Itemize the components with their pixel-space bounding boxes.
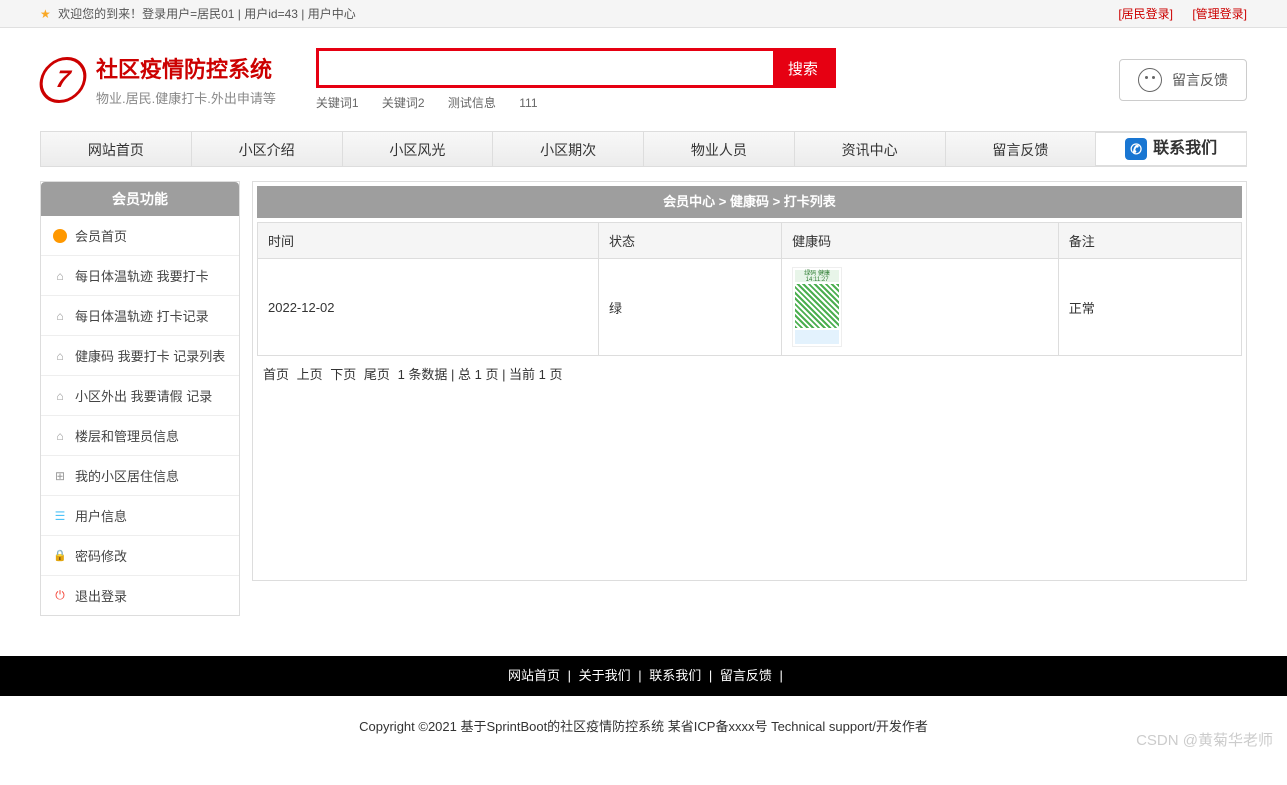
topbar: ★ 欢迎您的到来！登录用户=居民01 | 用户id=43 | 用户中心 [居民登… [0, 0, 1287, 28]
logo-text: 社区疫情防控系统 物业.居民.健康打卡.外出申请等 [96, 52, 276, 107]
pager-first[interactable]: 首页 [263, 367, 289, 382]
nav-community-intro[interactable]: 小区介绍 [192, 132, 343, 166]
table-header-row: 时间 状态 健康码 备注 [258, 223, 1242, 259]
home-icon [53, 389, 67, 403]
sidebar-item-residence[interactable]: 我的小区居住信息 [41, 456, 239, 496]
sidebar-item-healthcode[interactable]: 健康码 我要打卡 记录列表 [41, 336, 239, 376]
qrcode-thumbnail: 绿码 健康14:11:27 [792, 267, 842, 347]
main-nav: 网站首页 小区介绍 小区风光 小区期次 物业人员 资讯中心 留言反馈 ✆ 联系我… [40, 131, 1247, 167]
keyword-link[interactable]: 测试信息 [448, 96, 496, 110]
records-table: 时间 状态 健康码 备注 2022-12-02 绿 绿码 健康14:11:27 [257, 222, 1242, 356]
lock-icon [53, 549, 67, 563]
col-status: 状态 [598, 223, 781, 259]
home-icon [53, 429, 67, 443]
nav-community-phase[interactable]: 小区期次 [493, 132, 644, 166]
col-healthcode: 健康码 [782, 223, 1059, 259]
login-admin-link[interactable]: [管理登录] [1192, 7, 1247, 21]
sidebar-item-logout[interactable]: 退出登录 [41, 576, 239, 615]
header: 7 社区疫情防控系统 物业.居民.健康打卡.外出申请等 搜索 关键词1 关键词2… [0, 28, 1287, 117]
user-icon [53, 509, 67, 523]
feedback-label: 留言反馈 [1172, 70, 1228, 90]
col-time: 时间 [258, 223, 599, 259]
logo-icon: 7 [36, 57, 90, 103]
nav-staff[interactable]: 物业人员 [644, 132, 795, 166]
dot-icon [53, 229, 67, 243]
logo[interactable]: 7 社区疫情防控系统 物业.居民.健康打卡.外出申请等 [40, 52, 276, 107]
sidebar-item-floor-admin[interactable]: 楼层和管理员信息 [41, 416, 239, 456]
cell-healthcode[interactable]: 绿码 健康14:11:27 [782, 259, 1059, 356]
cell-remark: 正常 [1058, 259, 1241, 356]
qrcode-foot [795, 330, 839, 344]
nav-contact-label: 联系我们 [1153, 131, 1217, 167]
content: 会员中心 > 健康码 > 打卡列表 时间 状态 健康码 备注 2022-12-0… [252, 181, 1247, 581]
sidebar-title: 会员功能 [41, 182, 239, 216]
nav-contact[interactable]: ✆ 联系我们 [1096, 132, 1246, 166]
footer-contact[interactable]: 联系我们 [649, 668, 701, 683]
phone-icon: ✆ [1125, 138, 1147, 160]
nav-home[interactable]: 网站首页 [41, 132, 192, 166]
search-button[interactable]: 搜索 [773, 51, 833, 85]
sidebar: 会员功能 会员首页 每日体温轨迹 我要打卡 每日体温轨迹 打卡记录 健康码 我要… [40, 181, 240, 616]
breadcrumb: 会员中心 > 健康码 > 打卡列表 [257, 186, 1242, 218]
grid-icon [53, 469, 67, 483]
footer-nav: 网站首页 | 关于我们 | 联系我们 | 留言反馈 | [0, 656, 1287, 696]
star-icon: ★ [40, 7, 51, 21]
body: 会员功能 会员首页 每日体温轨迹 我要打卡 每日体温轨迹 打卡记录 健康码 我要… [0, 167, 1287, 636]
site-subtitle: 物业.居民.健康打卡.外出申请等 [96, 88, 276, 107]
cell-time: 2022-12-02 [258, 259, 599, 356]
pager-last[interactable]: 尾页 [364, 367, 390, 382]
pager: 首页 上页 下页 尾页 1 条数据 | 总 1 页 | 当前 1 页 [253, 356, 1246, 391]
nav-feedback[interactable]: 留言反馈 [946, 132, 1097, 166]
login-resident-link[interactable]: [居民登录] [1118, 7, 1173, 21]
site-title: 社区疫情防控系统 [96, 52, 276, 84]
feedback-button[interactable]: 留言反馈 [1119, 59, 1247, 101]
pager-next[interactable]: 下页 [330, 367, 356, 382]
keyword-link[interactable]: 关键词1 [316, 96, 359, 110]
sidebar-item-userinfo[interactable]: 用户信息 [41, 496, 239, 536]
search-keywords: 关键词1 关键词2 测试信息 111 [316, 94, 1079, 111]
pager-summary: 1 条数据 | 总 1 页 | 当前 1 页 [398, 367, 563, 382]
nav-news[interactable]: 资讯中心 [795, 132, 946, 166]
topbar-right: [居民登录] [管理登录] [1102, 0, 1247, 27]
copyright: Copyright ©2021 基于SprintBoot的社区疫情防控系统 某省… [0, 696, 1287, 785]
topbar-left: ★ 欢迎您的到来！登录用户=居民01 | 用户id=43 | 用户中心 [40, 0, 356, 27]
qrcode-head: 绿码 健康14:11:27 [795, 270, 839, 282]
home-icon [53, 309, 67, 323]
welcome-text[interactable]: 欢迎您的到来！登录用户=居民01 | 用户id=43 | 用户中心 [58, 7, 356, 21]
footer-feedback[interactable]: 留言反馈 [720, 668, 772, 683]
qrcode-icon [795, 284, 839, 328]
face-icon [1138, 68, 1162, 92]
sidebar-item-password[interactable]: 密码修改 [41, 536, 239, 576]
keyword-link[interactable]: 关键词2 [382, 96, 425, 110]
sidebar-item-home[interactable]: 会员首页 [41, 216, 239, 256]
footer-about[interactable]: 关于我们 [579, 668, 631, 683]
pager-prev[interactable]: 上页 [297, 367, 323, 382]
power-icon [53, 589, 67, 603]
table-row: 2022-12-02 绿 绿码 健康14:11:27 正常 [258, 259, 1242, 356]
keyword-link[interactable]: 111 [519, 96, 537, 110]
footer-home[interactable]: 网站首页 [508, 668, 560, 683]
search-input[interactable] [319, 51, 773, 85]
sidebar-item-temp-checkin[interactable]: 每日体温轨迹 我要打卡 [41, 256, 239, 296]
home-icon [53, 349, 67, 363]
home-icon [53, 269, 67, 283]
nav-community-scenery[interactable]: 小区风光 [343, 132, 494, 166]
cell-status: 绿 [598, 259, 781, 356]
search: 搜索 关键词1 关键词2 测试信息 111 [316, 48, 1079, 111]
search-box: 搜索 [316, 48, 836, 88]
sidebar-item-temp-record[interactable]: 每日体温轨迹 打卡记录 [41, 296, 239, 336]
sidebar-list: 会员首页 每日体温轨迹 我要打卡 每日体温轨迹 打卡记录 健康码 我要打卡 记录… [41, 216, 239, 615]
col-remark: 备注 [1058, 223, 1241, 259]
sidebar-item-leave[interactable]: 小区外出 我要请假 记录 [41, 376, 239, 416]
